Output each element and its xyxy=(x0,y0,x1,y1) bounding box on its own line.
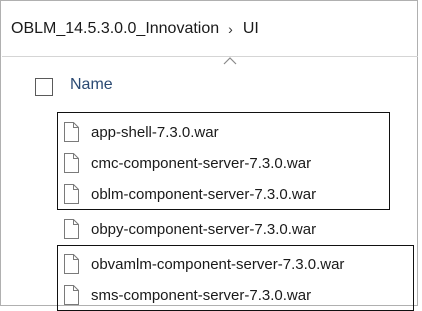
file-name: obpy-component-server-7.3.0.war xyxy=(91,220,317,238)
highlight-box xyxy=(57,112,390,210)
explorer-window: OBLM_14.5.3.0.0_Innovation › UI Name app… xyxy=(0,0,418,311)
highlight-box xyxy=(57,245,414,311)
sort-ascending-icon[interactable] xyxy=(223,56,237,66)
column-header-name[interactable]: Name xyxy=(70,76,113,94)
breadcrumb-folder[interactable]: OBLM_14.5.3.0.0_Innovation xyxy=(11,20,219,38)
breadcrumb-current[interactable]: UI xyxy=(243,20,259,38)
file-icon xyxy=(64,219,79,239)
chevron-right-icon[interactable]: › xyxy=(228,21,233,37)
column-header-row: Name xyxy=(2,56,418,104)
select-all-checkbox[interactable] xyxy=(35,78,53,96)
breadcrumb: OBLM_14.5.3.0.0_Innovation › UI xyxy=(2,2,418,57)
file-row[interactable]: obpy-component-server-7.3.0.war xyxy=(63,216,316,242)
